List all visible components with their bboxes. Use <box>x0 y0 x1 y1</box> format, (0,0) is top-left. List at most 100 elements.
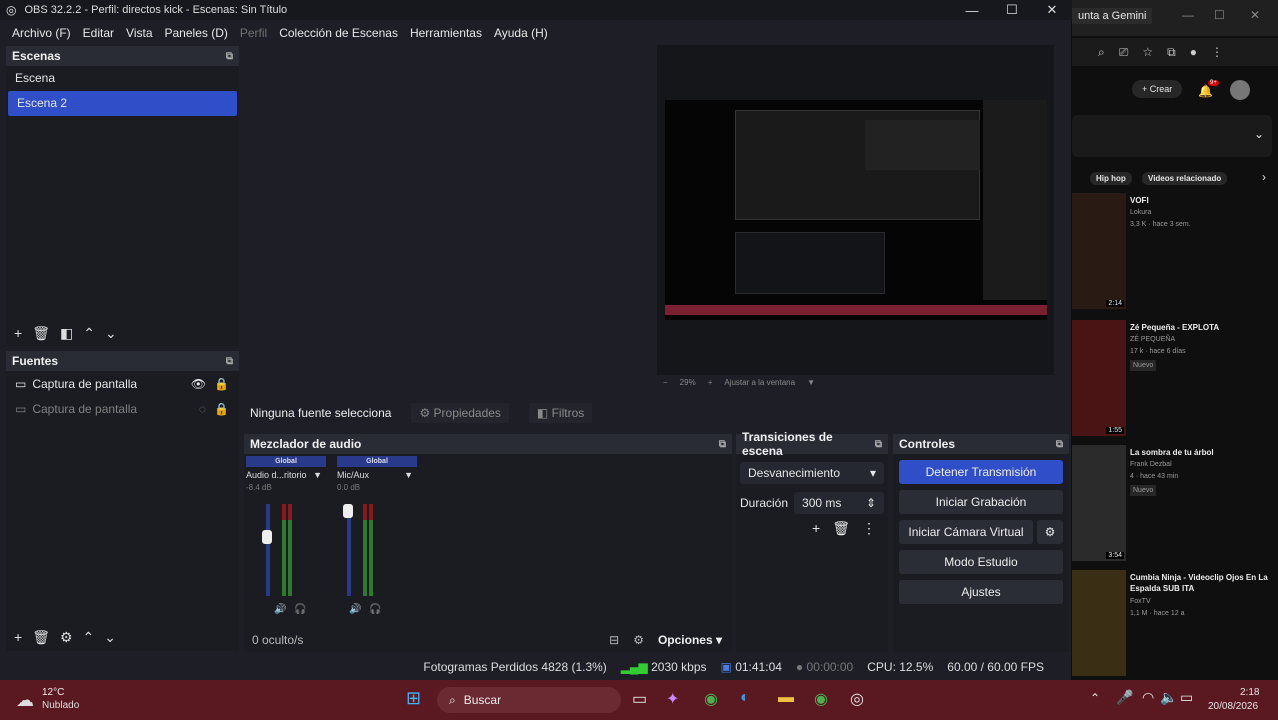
menu-editar[interactable]: Editar <box>83 26 114 40</box>
search-icon[interactable]: ⌕ <box>1098 45 1105 60</box>
menu-herramientas[interactable]: Herramientas <box>410 26 482 40</box>
menu-coleccion[interactable]: Colección de Escenas <box>279 26 398 40</box>
fit-label[interactable]: Ajustar a la ventana <box>724 378 795 387</box>
menu-ayuda[interactable]: Ayuda (H) <box>494 26 548 40</box>
lock-icon[interactable]: 🔒 <box>214 402 229 416</box>
scene-item-selected[interactable]: Escena 2 <box>8 91 237 116</box>
undock-icon[interactable]: ⧉ <box>1056 439 1063 450</box>
source-item[interactable]: ▭ Captura de pantalla ◌ 🔒 <box>6 396 239 421</box>
virtual-camera-button[interactable]: Iniciar Cámara Virtual <box>899 520 1033 544</box>
star-icon[interactable]: ☆ <box>1142 45 1153 59</box>
video-item[interactable]: Cumbia Ninja - Videoclip Ojos En La Espa… <box>1072 570 1278 676</box>
add-icon[interactable]: + <box>14 325 22 341</box>
minimize-icon[interactable]: — <box>1182 8 1194 22</box>
copilot-icon[interactable]: ✦ <box>666 689 679 709</box>
studio-mode-button[interactable]: Modo Estudio <box>899 550 1063 574</box>
headphones-icon[interactable]: 🎧 <box>369 604 381 615</box>
mic-icon[interactable]: 🎤 <box>1116 689 1133 706</box>
zoom-out-icon[interactable]: − <box>663 378 668 387</box>
chevron-right-icon[interactable]: › <box>1262 170 1266 184</box>
close-icon[interactable]: ✕ <box>1250 8 1260 22</box>
obs-icon[interactable]: ◎ <box>850 689 864 709</box>
clock-time[interactable]: 2:18 <box>1240 687 1259 698</box>
menu-vista[interactable]: Vista <box>126 26 152 40</box>
video-item[interactable]: 1:55 Zé Pequeña - EXPLOTA ZÉ PEQUEÑA 17 … <box>1072 320 1278 440</box>
menu-paneles[interactable]: Paneles (D) <box>165 26 228 40</box>
undock-icon[interactable]: ⧉ <box>719 439 726 450</box>
create-button[interactable]: + Crear <box>1132 80 1183 98</box>
settings-button[interactable]: Ajustes <box>899 580 1063 604</box>
transition-select[interactable]: Desvanecimiento ▾ <box>740 462 884 484</box>
move-up-icon[interactable]: ⌃ <box>83 629 95 646</box>
properties-button[interactable]: ⚙ Propiedades <box>411 403 509 423</box>
taskview-icon[interactable]: ▭ <box>632 689 647 709</box>
suggestion-box[interactable]: ⌄ <box>1072 115 1272 157</box>
undock-icon[interactable]: ⧉ <box>226 51 233 62</box>
gear-icon[interactable]: ⚙ <box>633 633 644 647</box>
speaker-icon[interactable]: 🔊 <box>274 604 286 615</box>
trash-icon[interactable]: 🗑 <box>32 325 50 342</box>
undock-icon[interactable]: ⧉ <box>875 439 882 450</box>
close-button[interactable]: ✕ <box>1032 2 1072 18</box>
edge-icon[interactable]: ◐ <box>740 689 750 707</box>
menu-perfil[interactable]: Perfil <box>240 26 267 40</box>
speaker-icon[interactable]: 🔈 <box>1160 689 1177 706</box>
video-item[interactable]: 2:14 VOFI Lokura 3,3 K · hace 3 sem. <box>1072 193 1278 313</box>
gear-icon[interactable]: ⚙ <box>60 629 73 646</box>
duration-spinbox[interactable]: 300 ms ⇕ <box>794 492 884 514</box>
volume-slider-handle[interactable] <box>262 530 272 544</box>
trash-icon[interactable]: 🗑 <box>832 520 850 537</box>
battery-icon[interactable]: ▭ <box>1180 689 1193 706</box>
lock-icon[interactable]: 🔒 <box>214 377 229 391</box>
clock-date[interactable]: 20/08/2026 <box>1208 701 1258 712</box>
extensions-icon[interactable]: ⧉ <box>1167 45 1176 60</box>
maximize-icon[interactable]: ☐ <box>1214 8 1225 22</box>
bell-icon[interactable]: 🔔 <box>1198 84 1213 98</box>
filter-icon[interactable]: ◧ <box>60 325 73 342</box>
gear-icon[interactable]: ⚙ <box>1037 520 1063 544</box>
cast-icon[interactable]: ⎚ <box>1119 45 1129 60</box>
windows-start-icon[interactable]: ⊞ <box>406 688 421 709</box>
add-icon[interactable]: + <box>812 520 820 537</box>
more-icon[interactable]: ⋮ <box>1211 45 1223 59</box>
source-item[interactable]: ▭ Captura de pantalla 👁 🔒 <box>6 371 239 396</box>
options-button[interactable]: Opciones ▾ <box>658 633 722 647</box>
move-down-icon[interactable]: ⌄ <box>104 629 116 646</box>
preview-canvas[interactable] <box>657 45 1054 375</box>
chevron-up-icon[interactable]: ⌃ <box>1090 691 1100 705</box>
undock-icon[interactable]: ⧉ <box>226 356 233 367</box>
channel-menu-icon[interactable]: ▼ <box>404 470 413 480</box>
speaker-icon[interactable]: 🔊 <box>349 604 361 615</box>
stop-stream-button[interactable]: Detener Transmisión <box>899 460 1063 484</box>
taskbar-search[interactable]: ⌕ Buscar <box>437 687 621 713</box>
chevron-down-icon[interactable]: ▼ <box>807 378 815 387</box>
channel-menu-icon[interactable]: ▼ <box>313 470 322 480</box>
volume-slider-track[interactable] <box>266 504 270 596</box>
wifi-icon[interactable]: ◠ <box>1142 689 1154 706</box>
zoom-in-icon[interactable]: + <box>708 378 713 387</box>
chrome-icon[interactable]: ◉ <box>704 689 718 709</box>
trash-icon[interactable]: 🗑 <box>32 629 50 646</box>
spinner-icon[interactable]: ⇕ <box>866 496 876 510</box>
browser-tab[interactable]: unta a Gemini <box>1072 8 1153 24</box>
menu-archivo[interactable]: Archivo (F) <box>12 26 71 40</box>
chrome-icon[interactable]: ◉ <box>814 689 828 709</box>
folder-icon[interactable]: ▬ <box>778 689 794 707</box>
more-icon[interactable]: ⋮ <box>862 520 876 537</box>
profile-icon[interactable]: ● <box>1190 45 1197 59</box>
eye-hidden-icon[interactable]: ◌ <box>199 402 206 416</box>
start-recording-button[interactable]: Iniciar Grabación <box>899 490 1063 514</box>
chip-related[interactable]: Videos relacionado <box>1142 172 1228 185</box>
minimize-button[interactable]: — <box>952 3 992 18</box>
scene-item[interactable]: Escena <box>6 66 239 91</box>
maximize-button[interactable]: ☐ <box>992 2 1032 18</box>
chip-hiphop[interactable]: Hip hop <box>1090 172 1132 185</box>
video-item[interactable]: 3:54 La sombra de tu árbol Frank Dezbal … <box>1072 445 1278 565</box>
layout-icon[interactable]: ⊟ <box>609 633 619 647</box>
move-down-icon[interactable]: ⌄ <box>105 325 117 342</box>
weather-temp[interactable]: 12°C <box>42 687 64 698</box>
headphones-icon[interactable]: 🎧 <box>294 604 306 615</box>
move-up-icon[interactable]: ⌃ <box>83 325 95 342</box>
avatar[interactable] <box>1230 80 1250 100</box>
eye-icon[interactable]: 👁 <box>191 377 206 391</box>
